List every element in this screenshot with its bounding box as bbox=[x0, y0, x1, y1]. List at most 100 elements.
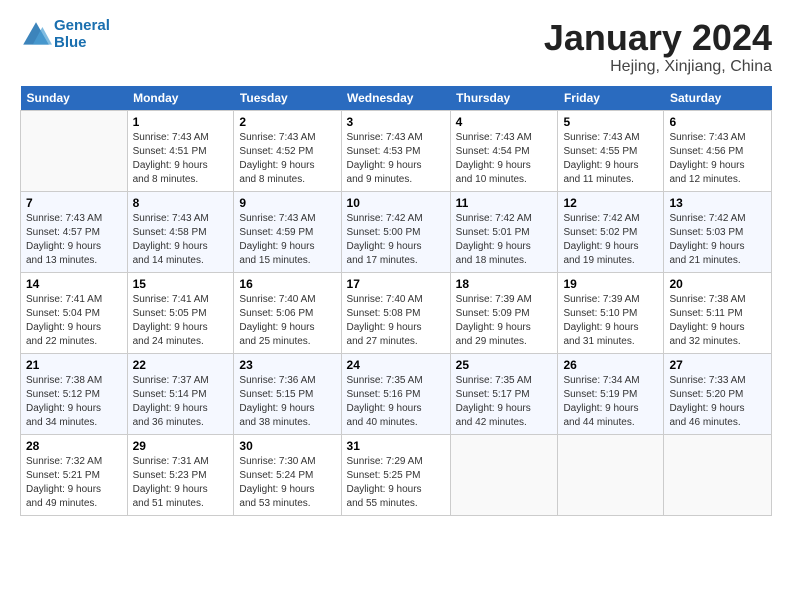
weekday-header: Saturday bbox=[664, 86, 772, 111]
header: General Blue January 2024 Hejing, Xinjia… bbox=[20, 18, 772, 76]
calendar-row: 1 Sunrise: 7:43 AM Sunset: 4:51 PM Daylig… bbox=[21, 110, 772, 191]
calendar-cell bbox=[558, 434, 664, 515]
weekday-header: Monday bbox=[127, 86, 234, 111]
calendar-cell: 14Sunrise: 7:41 AM Sunset: 5:04 PM Dayli… bbox=[21, 272, 128, 353]
day-number: 13 bbox=[669, 196, 766, 210]
logo: General Blue bbox=[20, 18, 110, 51]
day-info: Sunrise: 7:30 AM Sunset: 5:24 PM Dayligh… bbox=[239, 455, 335, 511]
day-number: 6 bbox=[669, 115, 766, 129]
day-number: 29 bbox=[133, 439, 229, 453]
calendar-cell: 18 Sunrise: 7:39 AM Sunset: 5:09 PM Dayli… bbox=[450, 272, 558, 353]
day-info: Sunrise: 7:43 AM Sunset: 4:52 PM Dayligh… bbox=[239, 131, 335, 187]
calendar-cell: 29Sunrise: 7:31 AM Sunset: 5:23 PM Dayli… bbox=[127, 434, 234, 515]
day-info: Sunrise: 7:34 AM Sunset: 5:19 PM Dayligh… bbox=[563, 374, 658, 430]
calendar-cell: 5 Sunrise: 7:43 AM Sunset: 4:55 PM Daylig… bbox=[558, 110, 664, 191]
calendar-cell: 17 Sunrise: 7:40 AM Sunset: 5:08 PM Dayli… bbox=[341, 272, 450, 353]
calendar-cell bbox=[664, 434, 772, 515]
calendar-cell: 30Sunrise: 7:30 AM Sunset: 5:24 PM Dayli… bbox=[234, 434, 341, 515]
day-number: 5 bbox=[563, 115, 658, 129]
day-info: Sunrise: 7:36 AM Sunset: 5:15 PM Dayligh… bbox=[239, 374, 335, 430]
calendar-cell: 10 Sunrise: 7:42 AM Sunset: 5:00 PM Dayli… bbox=[341, 191, 450, 272]
calendar-cell bbox=[450, 434, 558, 515]
day-info: Sunrise: 7:39 AM Sunset: 5:09 PM Dayligh… bbox=[456, 293, 553, 349]
day-number: 31 bbox=[347, 439, 445, 453]
calendar-cell: 24 Sunrise: 7:35 AM Sunset: 5:16 PM Dayli… bbox=[341, 353, 450, 434]
calendar-row: 21 Sunrise: 7:38 AM Sunset: 5:12 PM Dayli… bbox=[21, 353, 772, 434]
day-number: 21 bbox=[26, 358, 122, 372]
calendar-cell: 31 Sunrise: 7:29 AM Sunset: 5:25 PM Dayli… bbox=[341, 434, 450, 515]
logo-text-general: General bbox=[54, 17, 110, 34]
calendar-cell: 8 Sunrise: 7:43 AM Sunset: 4:58 PM Daylig… bbox=[127, 191, 234, 272]
calendar-cell: 27Sunrise: 7:33 AM Sunset: 5:20 PM Dayli… bbox=[664, 353, 772, 434]
day-number: 2 bbox=[239, 115, 335, 129]
title-area: January 2024 Hejing, Xinjiang, China bbox=[544, 18, 772, 76]
calendar-row: 28 Sunrise: 7:32 AM Sunset: 5:21 PM Dayli… bbox=[21, 434, 772, 515]
calendar-cell: 15 Sunrise: 7:41 AM Sunset: 5:05 PM Dayli… bbox=[127, 272, 234, 353]
day-info: Sunrise: 7:43 AM Sunset: 4:57 PM Dayligh… bbox=[26, 212, 122, 268]
day-info: Sunrise: 7:42 AM Sunset: 5:03 PM Dayligh… bbox=[669, 212, 766, 268]
day-info: Sunrise: 7:35 AM Sunset: 5:16 PM Dayligh… bbox=[347, 374, 445, 430]
day-info: Sunrise: 7:41 AM Sunset: 5:05 PM Dayligh… bbox=[133, 293, 229, 349]
day-info: Sunrise: 7:40 AM Sunset: 5:06 PM Dayligh… bbox=[239, 293, 335, 349]
month-title: January 2024 bbox=[544, 18, 772, 58]
logo-icon bbox=[20, 19, 52, 51]
day-number: 4 bbox=[456, 115, 553, 129]
weekday-header: Thursday bbox=[450, 86, 558, 111]
calendar-cell: 6Sunrise: 7:43 AM Sunset: 4:56 PM Daylig… bbox=[664, 110, 772, 191]
calendar-cell: 28 Sunrise: 7:32 AM Sunset: 5:21 PM Dayli… bbox=[21, 434, 128, 515]
day-number: 28 bbox=[26, 439, 122, 453]
day-number: 8 bbox=[133, 196, 229, 210]
day-number: 10 bbox=[347, 196, 445, 210]
day-info: Sunrise: 7:40 AM Sunset: 5:08 PM Dayligh… bbox=[347, 293, 445, 349]
day-number: 3 bbox=[347, 115, 445, 129]
calendar-cell: 3 Sunrise: 7:43 AM Sunset: 4:53 PM Daylig… bbox=[341, 110, 450, 191]
calendar-cell: 23 Sunrise: 7:36 AM Sunset: 5:15 PM Dayli… bbox=[234, 353, 341, 434]
calendar-cell: 7 Sunrise: 7:43 AM Sunset: 4:57 PM Daylig… bbox=[21, 191, 128, 272]
day-number: 17 bbox=[347, 277, 445, 291]
day-info: Sunrise: 7:33 AM Sunset: 5:20 PM Dayligh… bbox=[669, 374, 766, 430]
weekday-header: Tuesday bbox=[234, 86, 341, 111]
calendar-cell: 25 Sunrise: 7:35 AM Sunset: 5:17 PM Dayli… bbox=[450, 353, 558, 434]
location: Hejing, Xinjiang, China bbox=[544, 58, 772, 76]
calendar-cell: 22Sunrise: 7:37 AM Sunset: 5:14 PM Dayli… bbox=[127, 353, 234, 434]
header-row: SundayMondayTuesdayWednesdayThursdayFrid… bbox=[21, 86, 772, 111]
day-info: Sunrise: 7:43 AM Sunset: 4:59 PM Dayligh… bbox=[239, 212, 335, 268]
weekday-header: Friday bbox=[558, 86, 664, 111]
day-number: 11 bbox=[456, 196, 553, 210]
day-number: 25 bbox=[456, 358, 553, 372]
calendar-cell: 9Sunrise: 7:43 AM Sunset: 4:59 PM Daylig… bbox=[234, 191, 341, 272]
day-number: 18 bbox=[456, 277, 553, 291]
day-info: Sunrise: 7:42 AM Sunset: 5:00 PM Dayligh… bbox=[347, 212, 445, 268]
day-number: 1 bbox=[133, 115, 229, 129]
day-info: Sunrise: 7:43 AM Sunset: 4:53 PM Dayligh… bbox=[347, 131, 445, 187]
calendar-cell: 19Sunrise: 7:39 AM Sunset: 5:10 PM Dayli… bbox=[558, 272, 664, 353]
day-info: Sunrise: 7:42 AM Sunset: 5:02 PM Dayligh… bbox=[563, 212, 658, 268]
day-info: Sunrise: 7:43 AM Sunset: 4:58 PM Dayligh… bbox=[133, 212, 229, 268]
calendar-cell: 21 Sunrise: 7:38 AM Sunset: 5:12 PM Dayli… bbox=[21, 353, 128, 434]
calendar-row: 14Sunrise: 7:41 AM Sunset: 5:04 PM Dayli… bbox=[21, 272, 772, 353]
calendar-cell bbox=[21, 110, 128, 191]
day-info: Sunrise: 7:29 AM Sunset: 5:25 PM Dayligh… bbox=[347, 455, 445, 511]
day-number: 16 bbox=[239, 277, 335, 291]
day-info: Sunrise: 7:38 AM Sunset: 5:11 PM Dayligh… bbox=[669, 293, 766, 349]
weekday-header: Wednesday bbox=[341, 86, 450, 111]
calendar-cell: 26Sunrise: 7:34 AM Sunset: 5:19 PM Dayli… bbox=[558, 353, 664, 434]
day-info: Sunrise: 7:38 AM Sunset: 5:12 PM Dayligh… bbox=[26, 374, 122, 430]
day-number: 15 bbox=[133, 277, 229, 291]
day-number: 7 bbox=[26, 196, 122, 210]
day-info: Sunrise: 7:43 AM Sunset: 4:55 PM Dayligh… bbox=[563, 131, 658, 187]
day-number: 24 bbox=[347, 358, 445, 372]
page: General Blue January 2024 Hejing, Xinjia… bbox=[0, 0, 792, 526]
day-number: 12 bbox=[563, 196, 658, 210]
logo-text-blue: Blue bbox=[54, 35, 110, 52]
day-info: Sunrise: 7:43 AM Sunset: 4:51 PM Dayligh… bbox=[133, 131, 229, 187]
day-info: Sunrise: 7:42 AM Sunset: 5:01 PM Dayligh… bbox=[456, 212, 553, 268]
calendar-cell: 16 Sunrise: 7:40 AM Sunset: 5:06 PM Dayli… bbox=[234, 272, 341, 353]
day-info: Sunrise: 7:35 AM Sunset: 5:17 PM Dayligh… bbox=[456, 374, 553, 430]
day-number: 23 bbox=[239, 358, 335, 372]
calendar-row: 7 Sunrise: 7:43 AM Sunset: 4:57 PM Daylig… bbox=[21, 191, 772, 272]
day-number: 22 bbox=[133, 358, 229, 372]
day-info: Sunrise: 7:32 AM Sunset: 5:21 PM Dayligh… bbox=[26, 455, 122, 511]
calendar-cell: 12 Sunrise: 7:42 AM Sunset: 5:02 PM Dayli… bbox=[558, 191, 664, 272]
calendar-cell: 20Sunrise: 7:38 AM Sunset: 5:11 PM Dayli… bbox=[664, 272, 772, 353]
